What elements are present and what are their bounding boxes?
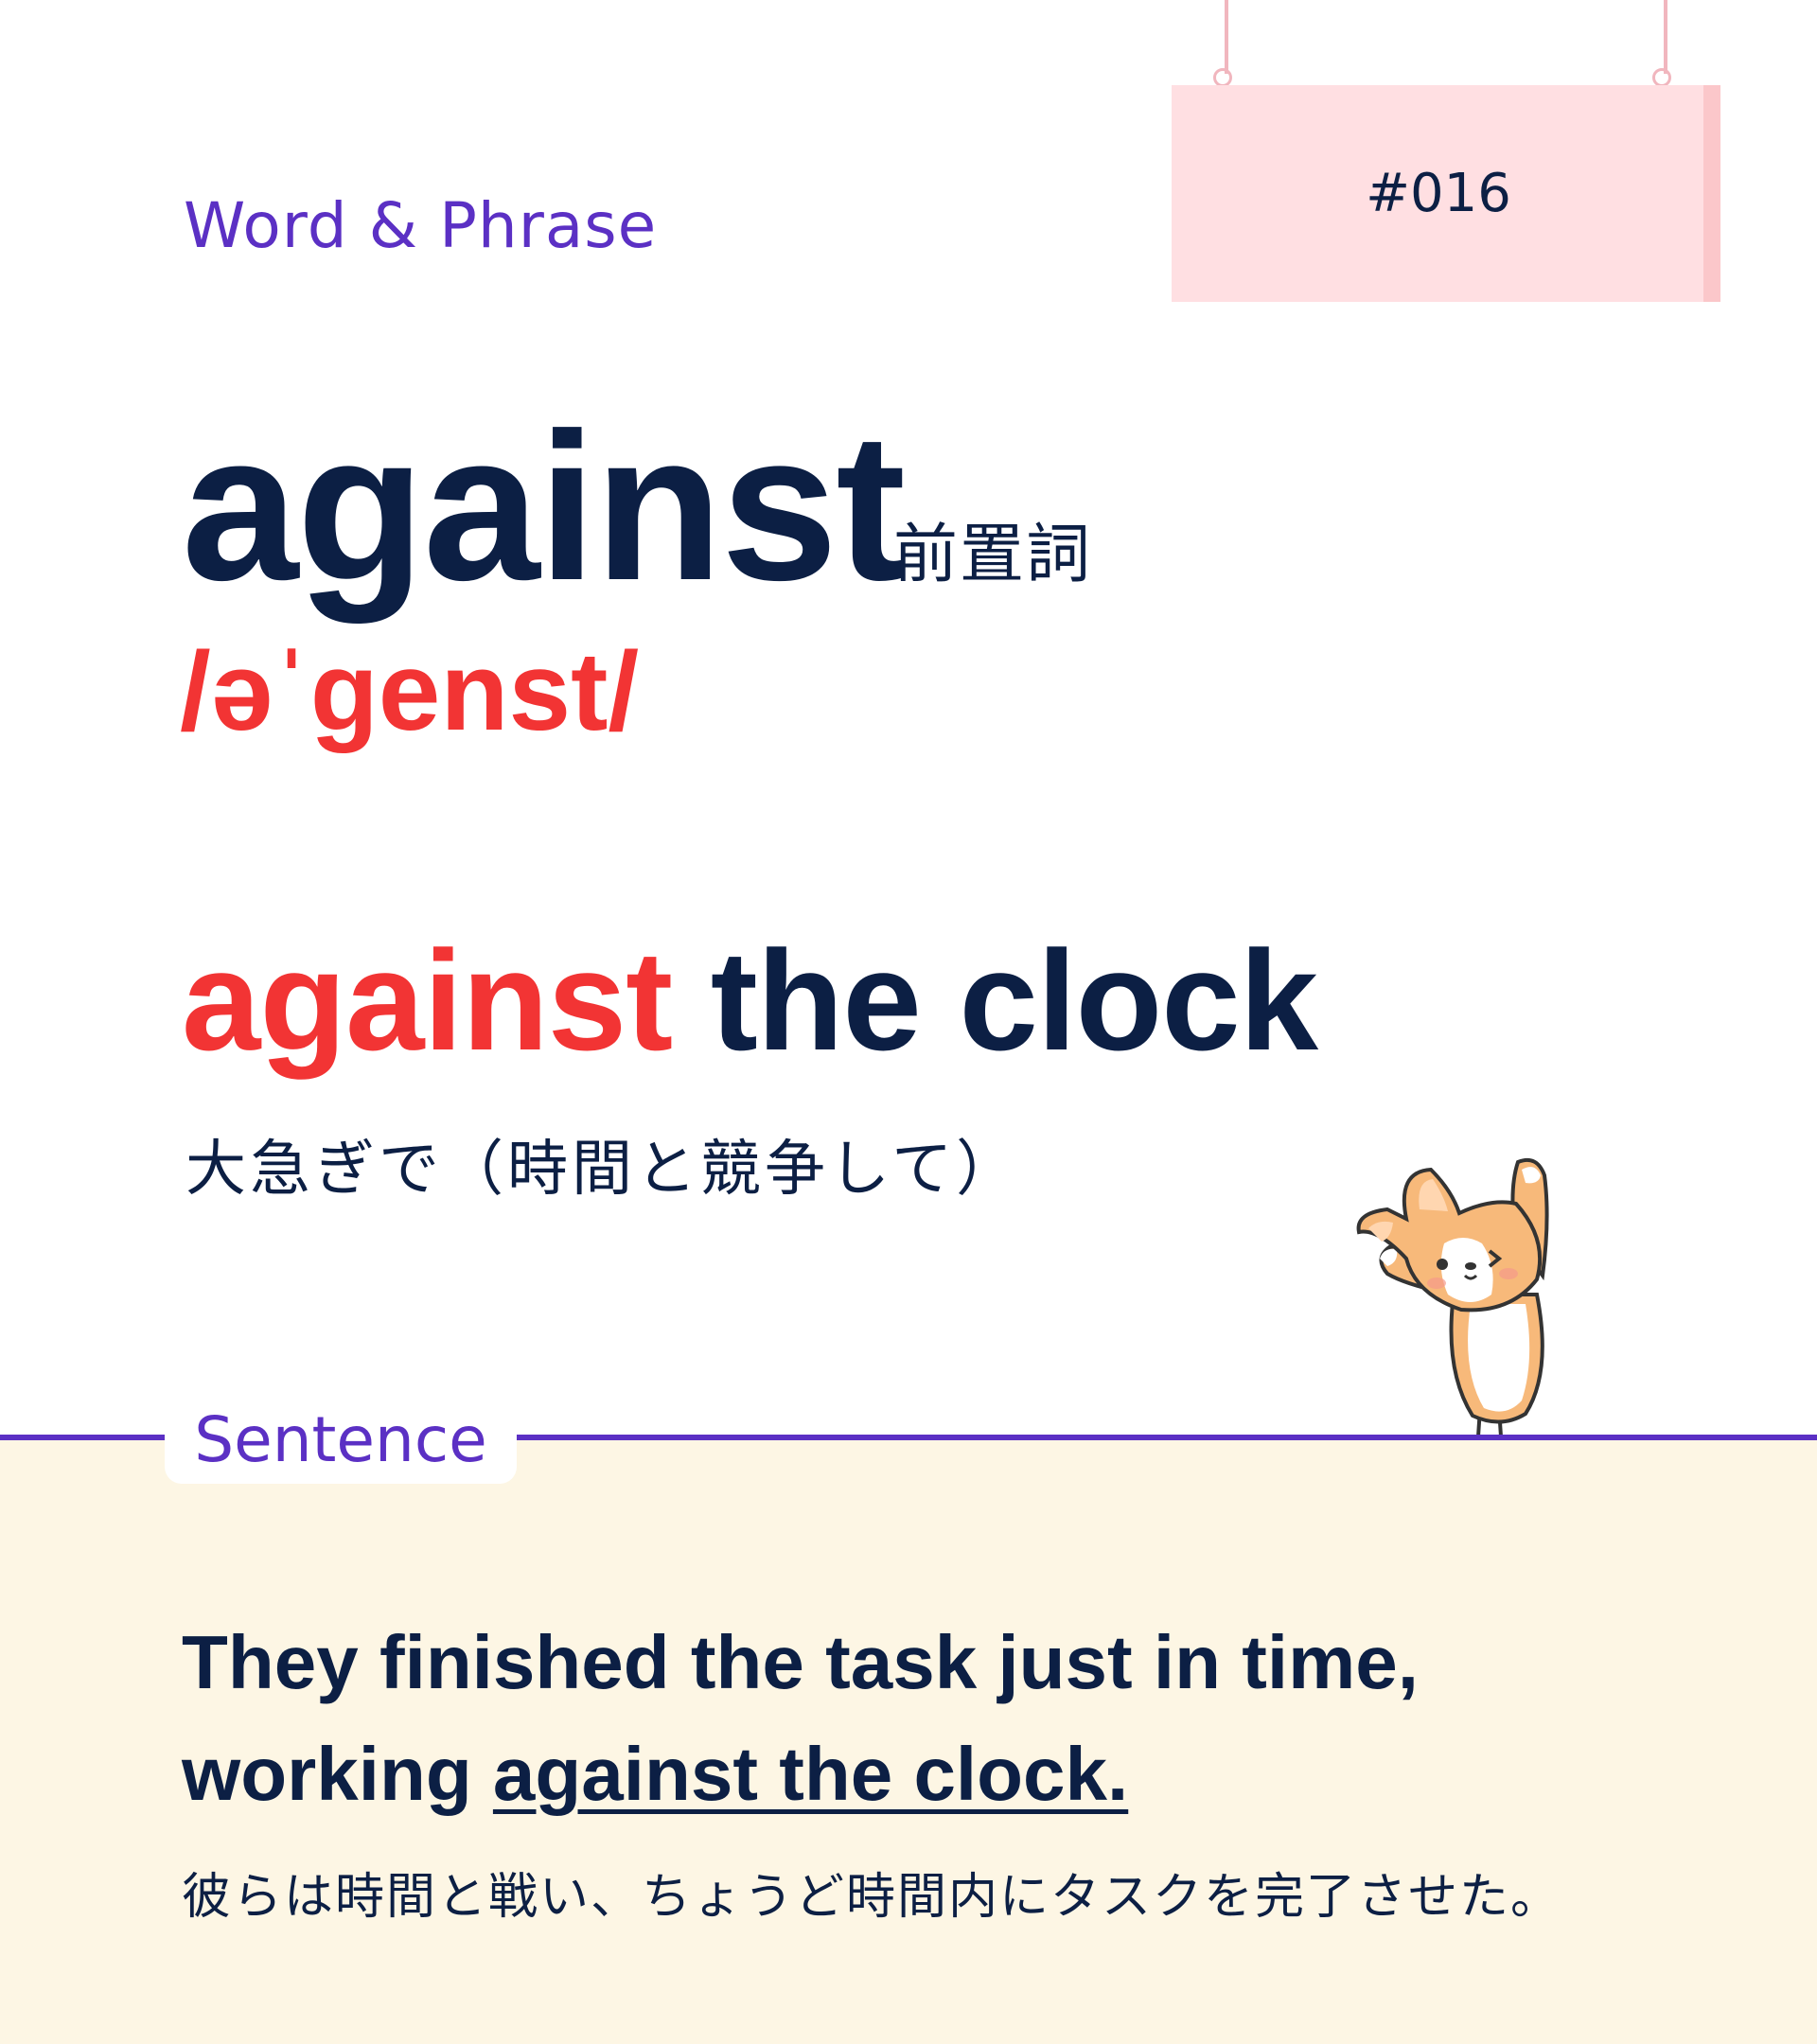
example-sentence: They finished the task just in time, wor… — [182, 1607, 1753, 1830]
sentence-label: Sentence — [165, 1395, 517, 1484]
category-label: Word & Phrase — [184, 189, 658, 262]
sentence-translation: 彼らは時間と戦い、ちょうど時間内にタスクを完了させた。 — [182, 1869, 1562, 1926]
headword: against — [182, 390, 906, 625]
pronunciation: /əˈgenst/ — [180, 629, 640, 754]
corgi-dog-illustration — [1356, 1157, 1549, 1436]
phrase-rest: the clock — [672, 921, 1318, 1080]
example-sentence-line2: working against the clock. — [182, 1718, 1753, 1830]
part-of-speech: 前置詞 — [893, 518, 1093, 592]
sign-string — [1664, 0, 1667, 74]
sign-string — [1225, 0, 1228, 74]
card-number: #016 — [1366, 163, 1511, 224]
example-sentence-line1: They finished the task just in time, — [182, 1620, 1419, 1704]
sign-hook-icon — [1652, 68, 1671, 87]
sign-hook-icon — [1213, 68, 1232, 87]
example-sentence-line2-start: working — [182, 1732, 493, 1816]
phrase-highlight: against — [182, 921, 673, 1080]
phrase-meaning: 大急ぎで（時間と競争して） — [185, 1135, 1021, 1205]
phrase: against the clock — [182, 929, 1318, 1071]
example-sentence-underlined: against the clock. — [492, 1732, 1129, 1816]
sign-board: #016 — [1172, 85, 1720, 302]
